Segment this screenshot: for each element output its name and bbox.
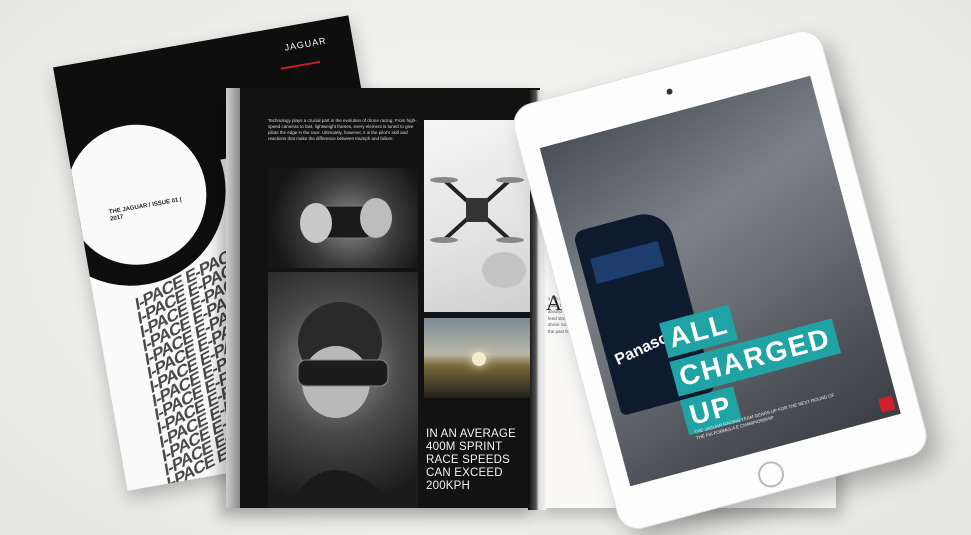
photo-controller-hands <box>268 168 418 268</box>
photo-pilot-goggles <box>268 272 418 508</box>
photo-scene: JAGUAR THE JAGUAR / ISSUE 01 | 2017 I-PA… <box>0 0 971 535</box>
sunset-sun <box>472 352 486 366</box>
magazine-page-edge <box>226 88 240 508</box>
photo-drone <box>424 120 530 312</box>
red-tab <box>878 395 896 413</box>
controller-illustration <box>300 198 392 243</box>
pilot-illustration <box>288 302 398 508</box>
drone-illustration <box>430 177 526 288</box>
pullquote: IN AN AVERAGE 400M SPRINT RACE SPEEDS CA… <box>426 428 516 492</box>
left-page-intro: Technology plays a crucial part in the e… <box>268 118 417 141</box>
